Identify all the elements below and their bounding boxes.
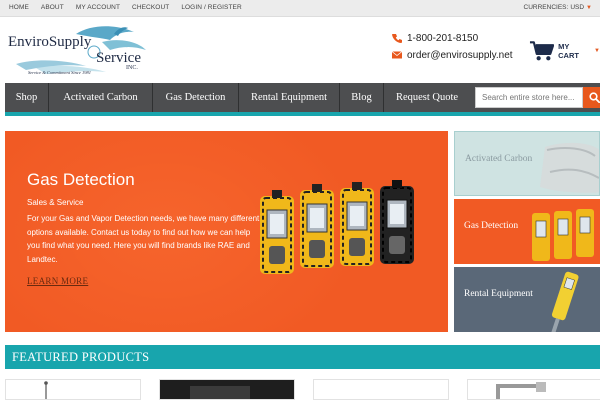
top-bar: HOME ABOUT MY ACCOUNT CHECKOUT LOGIN / R… [0,0,600,17]
product-card[interactable] [159,379,295,400]
currency-value: USD [570,4,585,11]
gas-detector-4 [380,180,414,264]
nav-item-request-quote[interactable]: Request Quote [384,83,470,112]
tile-label-gas-detection: Gas Detection [464,221,519,231]
envelope-icon [392,51,402,59]
cart-button[interactable]: MY CART ▼ [529,40,600,62]
tile-label-activated-carbon: Activated Carbon [465,154,533,164]
main-nav: Shop Activated Carbon Gas Detection Rent… [5,83,600,112]
hero-banner: Gas Detection Sales & Service For your G… [5,131,448,332]
hero-subtitle: Sales & Service [27,198,84,207]
gas-detector-2 [300,184,334,268]
product-image [160,380,294,399]
shopping-cart-icon [529,41,555,61]
learn-more-link[interactable]: LEARN MORE [27,276,88,286]
logo-tagline: Service & Commitment Since 1981 [28,70,91,75]
top-link-home[interactable]: HOME [9,4,29,11]
chevron-down-icon: ▼ [586,5,592,11]
nav-item-shop[interactable]: Shop [5,83,49,112]
currency-selector[interactable]: CURRENCIES: USD ▼ [524,4,592,11]
nav-item-rental-equipment[interactable]: Rental Equipment [239,83,340,112]
tile-rental-equipment[interactable]: Rental Equipment [454,267,600,332]
hero-title: Gas Detection [27,170,135,189]
email-address[interactable]: order@envirosupply.net [407,50,513,61]
tile-label-rental-equipment: Rental Equipment [464,289,533,299]
top-link-checkout[interactable]: CHECKOUT [132,4,169,11]
hero-body: For your Gas and Vapor Detection needs, … [27,214,260,264]
product-card[interactable] [467,379,600,400]
tile-gas-detection[interactable]: Gas Detection [454,199,600,264]
site-logo[interactable]: EnviroSupply Service INC. Service & Comm… [6,22,156,82]
nav-item-blog[interactable]: Blog [340,83,384,112]
product-card[interactable] [5,379,141,400]
product-image [44,381,48,399]
tile-activated-carbon[interactable]: Activated Carbon [454,131,600,196]
logo-text-line1: EnviroSupply [8,34,92,50]
featured-products-title: FEATURED PRODUCTS [12,350,150,364]
phone-icon [392,34,402,43]
carbon-bag-image [540,142,599,193]
cart-label: MY CART [558,42,579,60]
nav-item-gas-detection[interactable]: Gas Detection [153,83,239,112]
product-image [496,382,546,399]
email-row: order@envirosupply.net [392,47,513,63]
logo-text-inc: INC. [126,65,138,71]
search-button[interactable] [583,87,600,108]
chevron-down-icon: ▼ [594,48,600,54]
nav-item-activated-carbon[interactable]: Activated Carbon [49,83,153,112]
phone-number[interactable]: 1-800-201-8150 [407,33,478,44]
rental-device-image [549,271,579,332]
top-links: HOME ABOUT MY ACCOUNT CHECKOUT LOGIN / R… [9,4,242,11]
phone-row: 1-800-201-8150 [392,30,513,46]
product-card[interactable] [313,379,449,400]
contact-info: 1-800-201-8150 order@envirosupply.net [392,30,513,64]
featured-products-bar: FEATURED PRODUCTS [5,345,600,369]
search-input[interactable] [475,87,583,108]
gas-detector-3 [340,182,374,266]
gas-detectors-image [260,180,414,274]
gas-detector-1 [260,190,294,274]
top-link-login-register[interactable]: LOGIN / REGISTER [181,4,241,11]
search-icon [588,92,600,103]
top-link-my-account[interactable]: MY ACCOUNT [76,4,120,11]
top-link-about[interactable]: ABOUT [41,4,64,11]
currency-label: CURRENCIES: [523,4,569,11]
nav-accent-bar [5,112,600,116]
gas-detector-thumb-image [532,209,594,261]
